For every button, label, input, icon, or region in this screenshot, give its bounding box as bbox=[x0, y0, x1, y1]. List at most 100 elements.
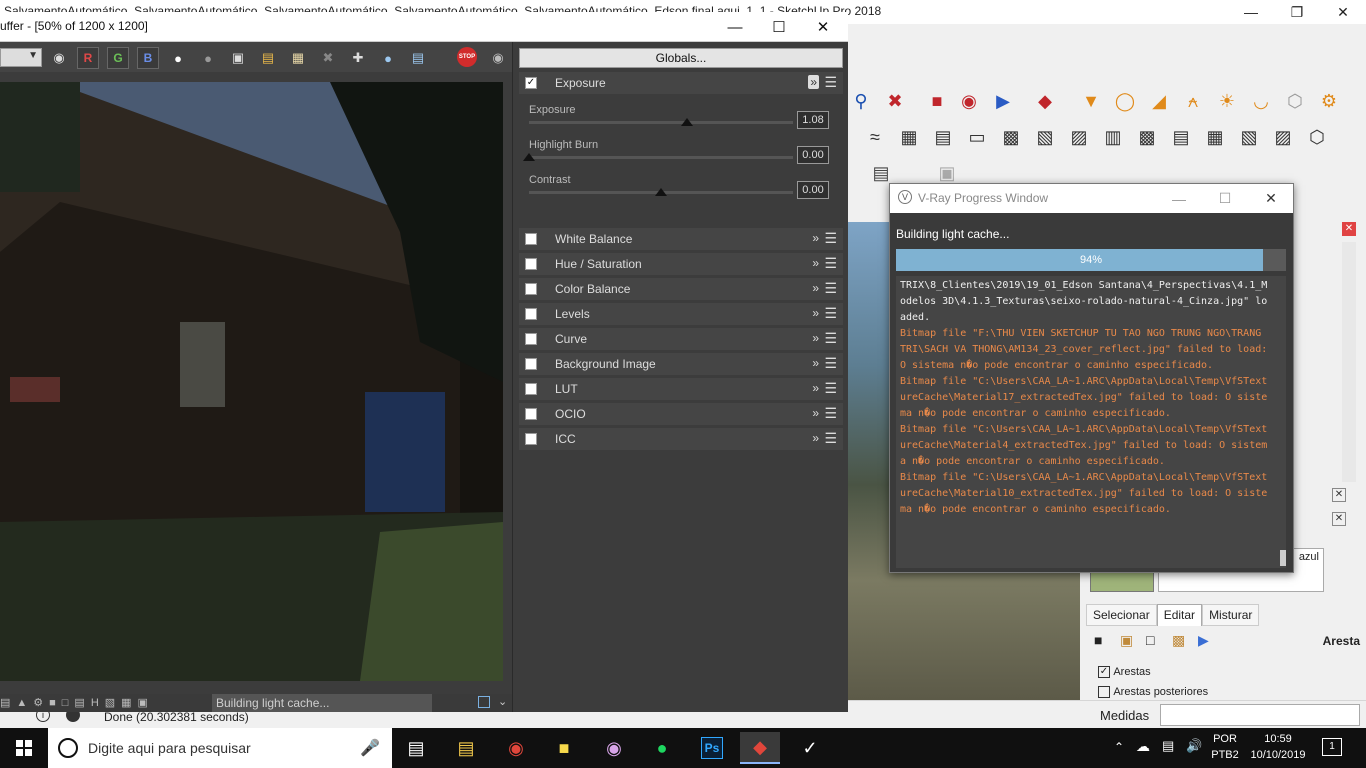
input-language-indicator[interactable]: POR PTB2 bbox=[1208, 731, 1242, 763]
sketchup-minimize-button[interactable]: — bbox=[1228, 0, 1274, 24]
vray-icon[interactable]: ✓ bbox=[790, 732, 830, 764]
layer-row[interactable]: Color Balance » ☰ bbox=[519, 278, 843, 300]
arrow-icon[interactable]: ▶ bbox=[1198, 632, 1209, 649]
layer-enable-checkbox[interactable] bbox=[525, 283, 537, 295]
render-image[interactable] bbox=[0, 82, 503, 681]
tray-close-icon[interactable]: ✕ bbox=[1332, 488, 1346, 502]
hamburger-menu-icon[interactable]: ☰ bbox=[824, 380, 837, 397]
log-scrollbar-thumb[interactable] bbox=[1280, 550, 1286, 566]
layer-exposure[interactable]: ✓ Exposure » ☰ bbox=[519, 72, 843, 94]
progress-close-button[interactable]: ✕ bbox=[1248, 184, 1294, 213]
vray-render-icon[interactable]: ◉ bbox=[956, 88, 982, 114]
taskbar-search-box[interactable]: Digite aqui para pesquisar 🎤 bbox=[48, 728, 392, 768]
layer-enable-checkbox[interactable]: ✓ bbox=[525, 77, 537, 89]
folder-icon[interactable]: ▤ bbox=[257, 47, 279, 69]
progress-log[interactable]: TRIX\8_Clientes\2019\19_01_Edson Santana… bbox=[896, 276, 1286, 568]
teapot-render-icon[interactable]: ◉ bbox=[487, 47, 509, 69]
double-chevron-icon[interactable]: » bbox=[812, 406, 819, 420]
chevron-up-icon[interactable]: ⌃ bbox=[1114, 740, 1124, 754]
sandbox-contour-icon[interactable]: ▤ bbox=[1168, 124, 1194, 150]
vfb-maximize-button[interactable]: ☐ bbox=[756, 12, 802, 42]
sandbox-flip-icon[interactable]: ▩ bbox=[998, 124, 1024, 150]
paint-icon[interactable]: ▩ bbox=[1172, 632, 1185, 649]
checkbox-arestas-posteriores[interactable]: Arestas posteriores bbox=[1098, 684, 1208, 700]
file-explorer-icon[interactable]: ▤ bbox=[446, 732, 486, 764]
slider-track[interactable] bbox=[529, 121, 793, 124]
layer-enable-checkbox[interactable] bbox=[525, 433, 537, 445]
slider-value-input[interactable]: 0.00 bbox=[797, 146, 829, 164]
dome-light-icon[interactable]: ◡ bbox=[1248, 88, 1274, 114]
layer-row[interactable]: Background Image » ☰ bbox=[519, 353, 843, 375]
layer-enable-checkbox[interactable] bbox=[525, 308, 537, 320]
tab-editar[interactable]: Editar bbox=[1156, 604, 1203, 626]
sandbox-stripes-icon[interactable]: ▨ bbox=[1270, 124, 1296, 150]
zoom-extents-icon[interactable]: ✖ bbox=[882, 88, 908, 114]
progress-minimize-button[interactable]: — bbox=[1156, 184, 1202, 213]
contrast-slider[interactable]: Contrast 0.00 bbox=[529, 174, 829, 204]
taskbar-clock[interactable]: 10:59 10/10/2019 bbox=[1248, 731, 1308, 763]
tab-selecionar[interactable]: Selecionar bbox=[1086, 604, 1157, 626]
sandbox-edge-icon[interactable]: ▥ bbox=[1100, 124, 1126, 150]
clear-icon[interactable]: ✖ bbox=[317, 47, 339, 69]
sandbox-lines-icon[interactable]: ▦ bbox=[1202, 124, 1228, 150]
double-chevron-icon[interactable]: » bbox=[812, 356, 819, 370]
sphere-light-icon[interactable]: ◯ bbox=[1112, 88, 1138, 114]
hamburger-menu-icon[interactable]: ☰ bbox=[824, 355, 837, 372]
layer-enable-checkbox[interactable] bbox=[525, 258, 537, 270]
chevron-down-icon[interactable]: ⌄ bbox=[498, 695, 507, 708]
measurements-input[interactable] bbox=[1160, 704, 1360, 726]
layer-enable-checkbox[interactable] bbox=[525, 383, 537, 395]
sandbox-grid-icon[interactable]: ▩ bbox=[1134, 124, 1160, 150]
vray-interactive-icon[interactable]: ▶ bbox=[990, 88, 1016, 114]
layer-enable-checkbox[interactable] bbox=[525, 233, 537, 245]
layer-row[interactable]: White Balance » ☰ bbox=[519, 228, 843, 250]
slider-value-input[interactable]: 1.08 bbox=[797, 111, 829, 129]
panel-toggle-icon[interactable] bbox=[478, 696, 490, 708]
spotify-icon[interactable]: ● bbox=[642, 732, 682, 764]
green-channel-button[interactable]: G bbox=[107, 47, 129, 69]
double-chevron-icon[interactable]: » bbox=[812, 431, 819, 445]
omni-light-icon[interactable]: ▼ bbox=[1078, 88, 1104, 114]
layer-row[interactable]: Hue / Saturation » ☰ bbox=[519, 253, 843, 275]
layer-enable-checkbox[interactable] bbox=[525, 408, 537, 420]
sketchup-icon[interactable]: ◆ bbox=[740, 732, 780, 764]
save-icon[interactable]: ▣ bbox=[227, 47, 249, 69]
tray-close-icon[interactable]: ✕ bbox=[1332, 512, 1346, 526]
box-select-icon[interactable]: ■ bbox=[1094, 632, 1102, 648]
sandbox-add-detail-icon[interactable]: ▨ bbox=[1066, 124, 1092, 150]
paint-icon[interactable]: ◉ bbox=[594, 732, 634, 764]
progress-maximize-button[interactable]: ☐ bbox=[1202, 184, 1248, 213]
tray-close-icon[interactable]: ✕ bbox=[1342, 222, 1356, 236]
double-chevron-icon[interactable]: » bbox=[812, 231, 819, 245]
slider-thumb[interactable] bbox=[681, 118, 694, 126]
light-gen-icon[interactable]: ⚙ bbox=[1316, 88, 1342, 114]
zoom-icon[interactable]: ⚲ bbox=[848, 88, 874, 114]
cube-icon[interactable]: ▣ bbox=[1120, 632, 1133, 649]
lens-effects-icon[interactable]: ● bbox=[377, 47, 399, 69]
slider-track[interactable] bbox=[529, 156, 793, 159]
double-chevron-icon[interactable]: » bbox=[812, 331, 819, 345]
double-chevron-icon[interactable]: » bbox=[808, 75, 819, 89]
sketchup-restore-button[interactable]: ❐ bbox=[1274, 0, 1320, 24]
microphone-icon[interactable]: 🎤 bbox=[360, 738, 380, 758]
slider-thumb[interactable] bbox=[655, 188, 667, 196]
volume-icon[interactable]: 🔊 bbox=[1186, 738, 1202, 754]
layer-enable-checkbox[interactable] bbox=[525, 333, 537, 345]
region-render-icon[interactable]: ✚ bbox=[347, 47, 369, 69]
vfb-minimize-button[interactable]: — bbox=[712, 12, 758, 42]
double-chevron-icon[interactable]: » bbox=[812, 306, 819, 320]
double-chevron-icon[interactable]: » bbox=[812, 281, 819, 295]
vray-material-icon[interactable]: ■ bbox=[924, 88, 950, 114]
layer-row[interactable]: LUT » ☰ bbox=[519, 378, 843, 400]
chrome-icon[interactable]: ◉ bbox=[496, 732, 536, 764]
highlight-burn-slider[interactable]: Highlight Burn 0.00 bbox=[523, 139, 829, 169]
layer-row[interactable]: Curve » ☰ bbox=[519, 328, 843, 350]
mesh-light-icon[interactable]: ⬡ bbox=[1282, 88, 1308, 114]
slider-thumb[interactable] bbox=[523, 153, 535, 161]
tab-misturar[interactable]: Misturar bbox=[1202, 604, 1260, 626]
hamburger-menu-icon[interactable]: ☰ bbox=[824, 405, 837, 422]
slider-value-input[interactable]: 0.00 bbox=[797, 181, 829, 199]
red-channel-button[interactable]: R bbox=[77, 47, 99, 69]
sandbox-drape-icon[interactable]: ▭ bbox=[964, 124, 990, 150]
sun-light-icon[interactable]: ☀ bbox=[1214, 88, 1240, 114]
